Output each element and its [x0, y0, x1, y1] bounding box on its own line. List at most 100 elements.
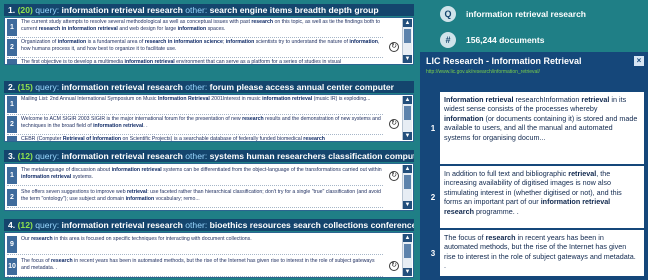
- group-query: information retrieval research: [61, 220, 183, 230]
- snippet: The metalanguage of discussion about inf…: [21, 167, 382, 180]
- group-count: (12): [17, 220, 33, 230]
- group-header[interactable]: 3. (12) query: information retrieval res…: [4, 150, 414, 162]
- rank-badge: 1: [7, 167, 17, 184]
- rank-badge: 1: [7, 96, 17, 113]
- rank-badge: 2: [7, 39, 17, 56]
- list-item[interactable]: 2 Organization of information is a funda…: [7, 38, 383, 58]
- detail-panel: LIC Research - Information Retrieval htt…: [420, 52, 648, 280]
- scrollbar[interactable]: ▲ ▼: [402, 96, 412, 140]
- query-label: query:: [35, 220, 60, 230]
- rank-badge: 1: [426, 92, 440, 164]
- go-icon[interactable]: ↻: [389, 42, 399, 52]
- group-number: 2.: [8, 82, 16, 92]
- snippet: CEBR (Computer Retrieval of Information …: [21, 136, 325, 142]
- panel-url[interactable]: http://www.lic.gov.uk/research/informati…: [426, 69, 540, 75]
- query-label: query:: [35, 82, 60, 92]
- rank-badge: 2: [426, 166, 440, 228]
- query-label: query:: [35, 5, 60, 15]
- scroll-up-icon[interactable]: ▲: [403, 234, 412, 242]
- group-header[interactable]: 2. (15) query: information retrieval res…: [4, 81, 414, 93]
- doc-count: 156,244 documents: [466, 35, 545, 45]
- other-label: other:: [185, 82, 208, 92]
- count-icon: #: [440, 32, 456, 48]
- scroll-thumb[interactable]: [404, 29, 411, 43]
- group-results: 1 Mailing List: 2nd Annual International…: [4, 94, 414, 142]
- other-label: other:: [185, 220, 208, 230]
- snippet: She offers seven suggestions to improve …: [21, 189, 381, 202]
- rank-badge: 3: [426, 230, 440, 276]
- panel-title: LIC Research - Information Retrieval: [426, 56, 582, 66]
- group-other-terms: forum please access annual center comput…: [209, 82, 394, 92]
- scrollbar[interactable]: ▲ ▼: [402, 234, 412, 276]
- snippet: The focus of research in recent years ha…: [21, 258, 375, 271]
- group-number: 1.: [8, 5, 16, 15]
- group-other-terms: bioethics resources search collections c…: [209, 220, 414, 230]
- snippet: Welcome to ACM SIGIR 2003 SIGIR is the m…: [21, 116, 381, 129]
- list-item[interactable]: 1 Mailing List: 2nd Annual International…: [7, 95, 383, 115]
- snippet: The first objective is to develop a mult…: [21, 59, 342, 65]
- result-group-2: 2. (15) query: information retrieval res…: [4, 81, 414, 142]
- rank-badge: 9: [7, 236, 17, 253]
- snippet: Mailing List: 2nd Annual International S…: [21, 96, 371, 102]
- rank-badge: 10: [7, 258, 17, 275]
- list-item[interactable]: 3 CEBR (Computer Retrieval of Informatio…: [7, 135, 383, 142]
- scroll-up-icon[interactable]: ▲: [403, 165, 412, 173]
- rank-badge: 2: [7, 116, 17, 133]
- rank-badge: 2: [7, 189, 17, 206]
- group-query: information retrieval research: [61, 82, 183, 92]
- scroll-up-icon[interactable]: ▲: [403, 96, 412, 104]
- snippet: Organization of information is a fundame…: [21, 39, 380, 52]
- list-item[interactable]: 2 Welcome to ACM SIGIR 2003 SIGIR is the…: [7, 115, 383, 135]
- list-item[interactable]: 9 Our research in this area is focused o…: [7, 235, 383, 255]
- group-count: (12): [17, 151, 33, 161]
- group-query: information retrieval research: [61, 151, 183, 161]
- group-header[interactable]: 4. (12) query: information retrieval res…: [4, 219, 414, 231]
- snippet: In addition to full text and bibliograph…: [444, 169, 622, 216]
- group-number: 4.: [8, 220, 16, 230]
- list-item[interactable]: 1 The current study attempts to resolve …: [7, 18, 383, 38]
- group-query: information retrieval research: [61, 5, 183, 15]
- panel-result[interactable]: 1 Information retrieval researchInformat…: [426, 92, 644, 164]
- group-count: (20): [17, 5, 33, 15]
- group-count: (15): [17, 82, 33, 92]
- list-item[interactable]: 3 The first objective is to develop a mu…: [7, 58, 383, 65]
- go-icon[interactable]: ↻: [389, 171, 399, 181]
- rank-badge: 1: [7, 19, 17, 36]
- list-item[interactable]: 2 She offers seven suggestions to improv…: [7, 188, 383, 208]
- scroll-down-icon[interactable]: ▼: [403, 55, 412, 63]
- scroll-down-icon[interactable]: ▼: [403, 132, 412, 140]
- group-results: 9 Our research in this area is focused o…: [4, 232, 414, 278]
- group-number: 3.: [8, 151, 16, 161]
- result-group-1: 1. (20) query: information retrieval res…: [4, 4, 414, 65]
- rank-badge: 3: [7, 59, 17, 64]
- query-summary: Q information retrieval research: [440, 6, 640, 32]
- scrollbar[interactable]: ▲ ▼: [402, 19, 412, 63]
- scrollbar[interactable]: ▲ ▼: [402, 165, 412, 209]
- list-item[interactable]: 10 The focus of research in recent years…: [7, 257, 383, 277]
- panel-result[interactable]: 2 In addition to full text and bibliogra…: [426, 166, 644, 228]
- result-group-3: 3. (12) query: information retrieval res…: [4, 150, 414, 211]
- group-other-terms: systems human researchers classification…: [209, 151, 414, 161]
- scroll-thumb[interactable]: [404, 175, 411, 189]
- search-icon: Q: [440, 6, 456, 22]
- close-icon[interactable]: ×: [634, 56, 644, 66]
- scroll-down-icon[interactable]: ▼: [403, 201, 412, 209]
- scroll-down-icon[interactable]: ▼: [403, 268, 412, 276]
- other-label: other:: [185, 151, 208, 161]
- snippet: Information retrieval researchInformatio…: [444, 95, 638, 142]
- list-item[interactable]: 1 The metalanguage of discussion about i…: [7, 166, 383, 186]
- other-label: other:: [185, 5, 208, 15]
- scroll-up-icon[interactable]: ▲: [403, 19, 412, 27]
- snippet: Our research in this area is focused on …: [21, 236, 252, 242]
- result-group-4: 4. (12) query: information retrieval res…: [4, 219, 414, 280]
- group-results: 1 The current study attempts to resolve …: [4, 17, 414, 65]
- scroll-thumb[interactable]: [404, 106, 411, 120]
- search-query: information retrieval research: [466, 9, 586, 19]
- group-header[interactable]: 1. (20) query: information retrieval res…: [4, 4, 414, 16]
- snippet: The focus of research in recent years ha…: [444, 233, 636, 271]
- go-icon[interactable]: ↻: [389, 119, 399, 129]
- panel-result[interactable]: 3 The focus of research in recent years …: [426, 230, 644, 276]
- snippet: The current study attempts to resolve se…: [21, 19, 381, 32]
- go-icon[interactable]: ↻: [389, 261, 399, 271]
- scroll-thumb[interactable]: [404, 244, 411, 258]
